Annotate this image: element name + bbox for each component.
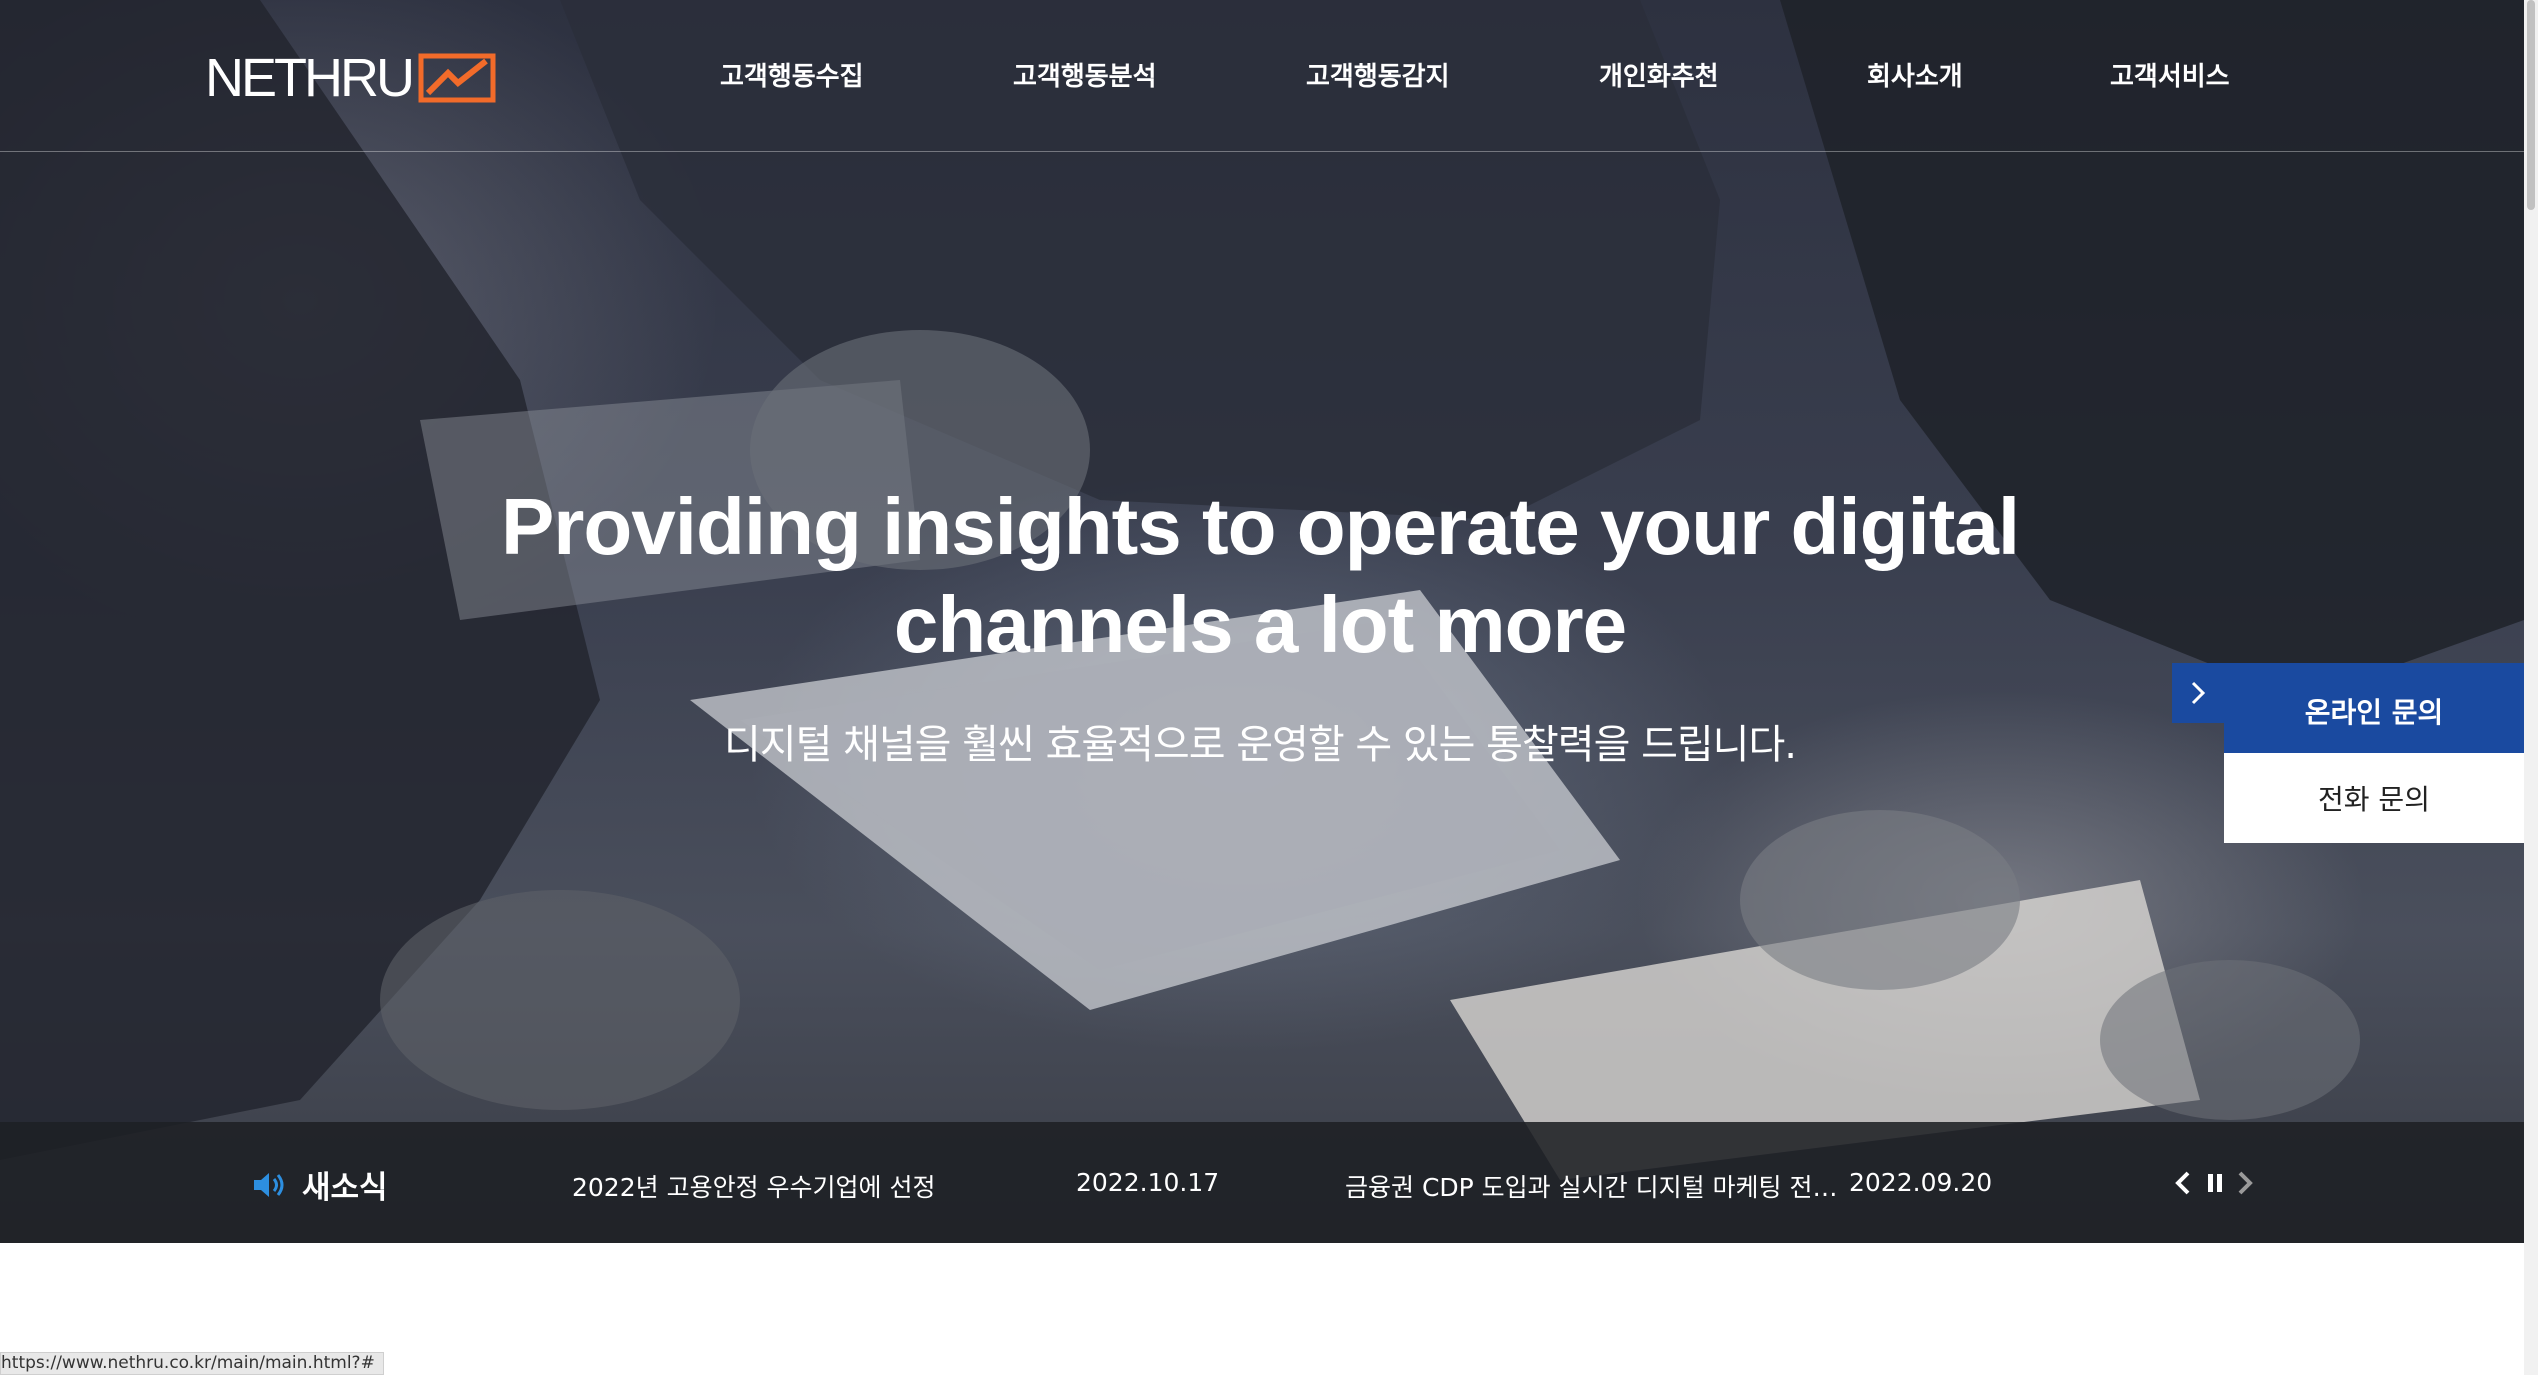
speaker-icon <box>254 1172 284 1197</box>
news-title: 새소식 <box>252 1162 388 1207</box>
hero-subline: 디지털 채널을 훨씬 효율적으로 운영할 수 있는 통찰력을 드립니다. <box>723 722 1797 768</box>
nav-item-customer-service[interactable]: 고객서비스 <box>2110 56 2230 93</box>
main-nav: 고객행동수집 고객행동분석 고객행동감지 개인화추천 회사소개 고객서비스 <box>0 56 2524 96</box>
headline-line-1: Providing insights to operate your digit… <box>500 482 2020 571</box>
news-next-button[interactable] <box>2232 1168 2258 1198</box>
scrollbar-thumb[interactable] <box>2527 0 2535 210</box>
nav-item-behavior-collect[interactable]: 고객행동수집 <box>720 56 864 93</box>
nav-item-behavior-detect[interactable]: 고객행동감지 <box>1306 56 1450 93</box>
phone-inquiry-button[interactable]: 전화 문의 <box>2224 753 2524 843</box>
news-item-link[interactable]: 금융권 CDP 도입과 실시간 디지털 마케팅 전… <box>1345 1168 1837 1204</box>
site-header: NETHRU 고객행동수집 고객행동분석 고객행동감지 개인화추천 회사소개 고… <box>0 0 2524 152</box>
nav-item-company[interactable]: 회사소개 <box>1867 56 1963 93</box>
news-item-date: 2022.09.20 <box>1849 1168 1993 1197</box>
hero-banner: NETHRU 고객행동수집 고객행동분석 고객행동감지 개인화추천 회사소개 고… <box>0 0 2524 1243</box>
page-scrollbar[interactable] <box>2524 0 2538 1375</box>
news-title-label: 새소식 <box>302 1170 388 1206</box>
status-bar-url: https://www.nethru.co.kr/main/main.html?… <box>0 1352 384 1375</box>
chevron-right-icon <box>2238 1171 2253 1195</box>
chevron-right-icon <box>2191 681 2206 705</box>
pause-icon <box>2208 1174 2222 1192</box>
nav-item-personalization[interactable]: 개인화추천 <box>1599 56 1719 93</box>
headline-line-2: channels a lot more <box>893 580 1627 669</box>
news-pause-button[interactable] <box>2202 1168 2228 1198</box>
chevron-left-icon <box>2175 1171 2190 1195</box>
side-panel-toggle[interactable] <box>2172 663 2224 723</box>
nav-item-behavior-analyze[interactable]: 고객행동분석 <box>1013 56 1157 93</box>
news-item-date: 2022.10.17 <box>1076 1168 1220 1197</box>
news-prev-button[interactable] <box>2170 1168 2196 1198</box>
news-item-link[interactable]: 2022년 고용안정 우수기업에 선정 <box>572 1168 935 1204</box>
news-bar: 새소식 2022년 고용안정 우수기업에 선정 2022.10.17 금융권 C… <box>0 1122 2524 1243</box>
hero-headline: Providing insights to operate your digit… <box>420 478 2100 674</box>
online-inquiry-button[interactable]: 온라인 문의 <box>2224 663 2524 753</box>
